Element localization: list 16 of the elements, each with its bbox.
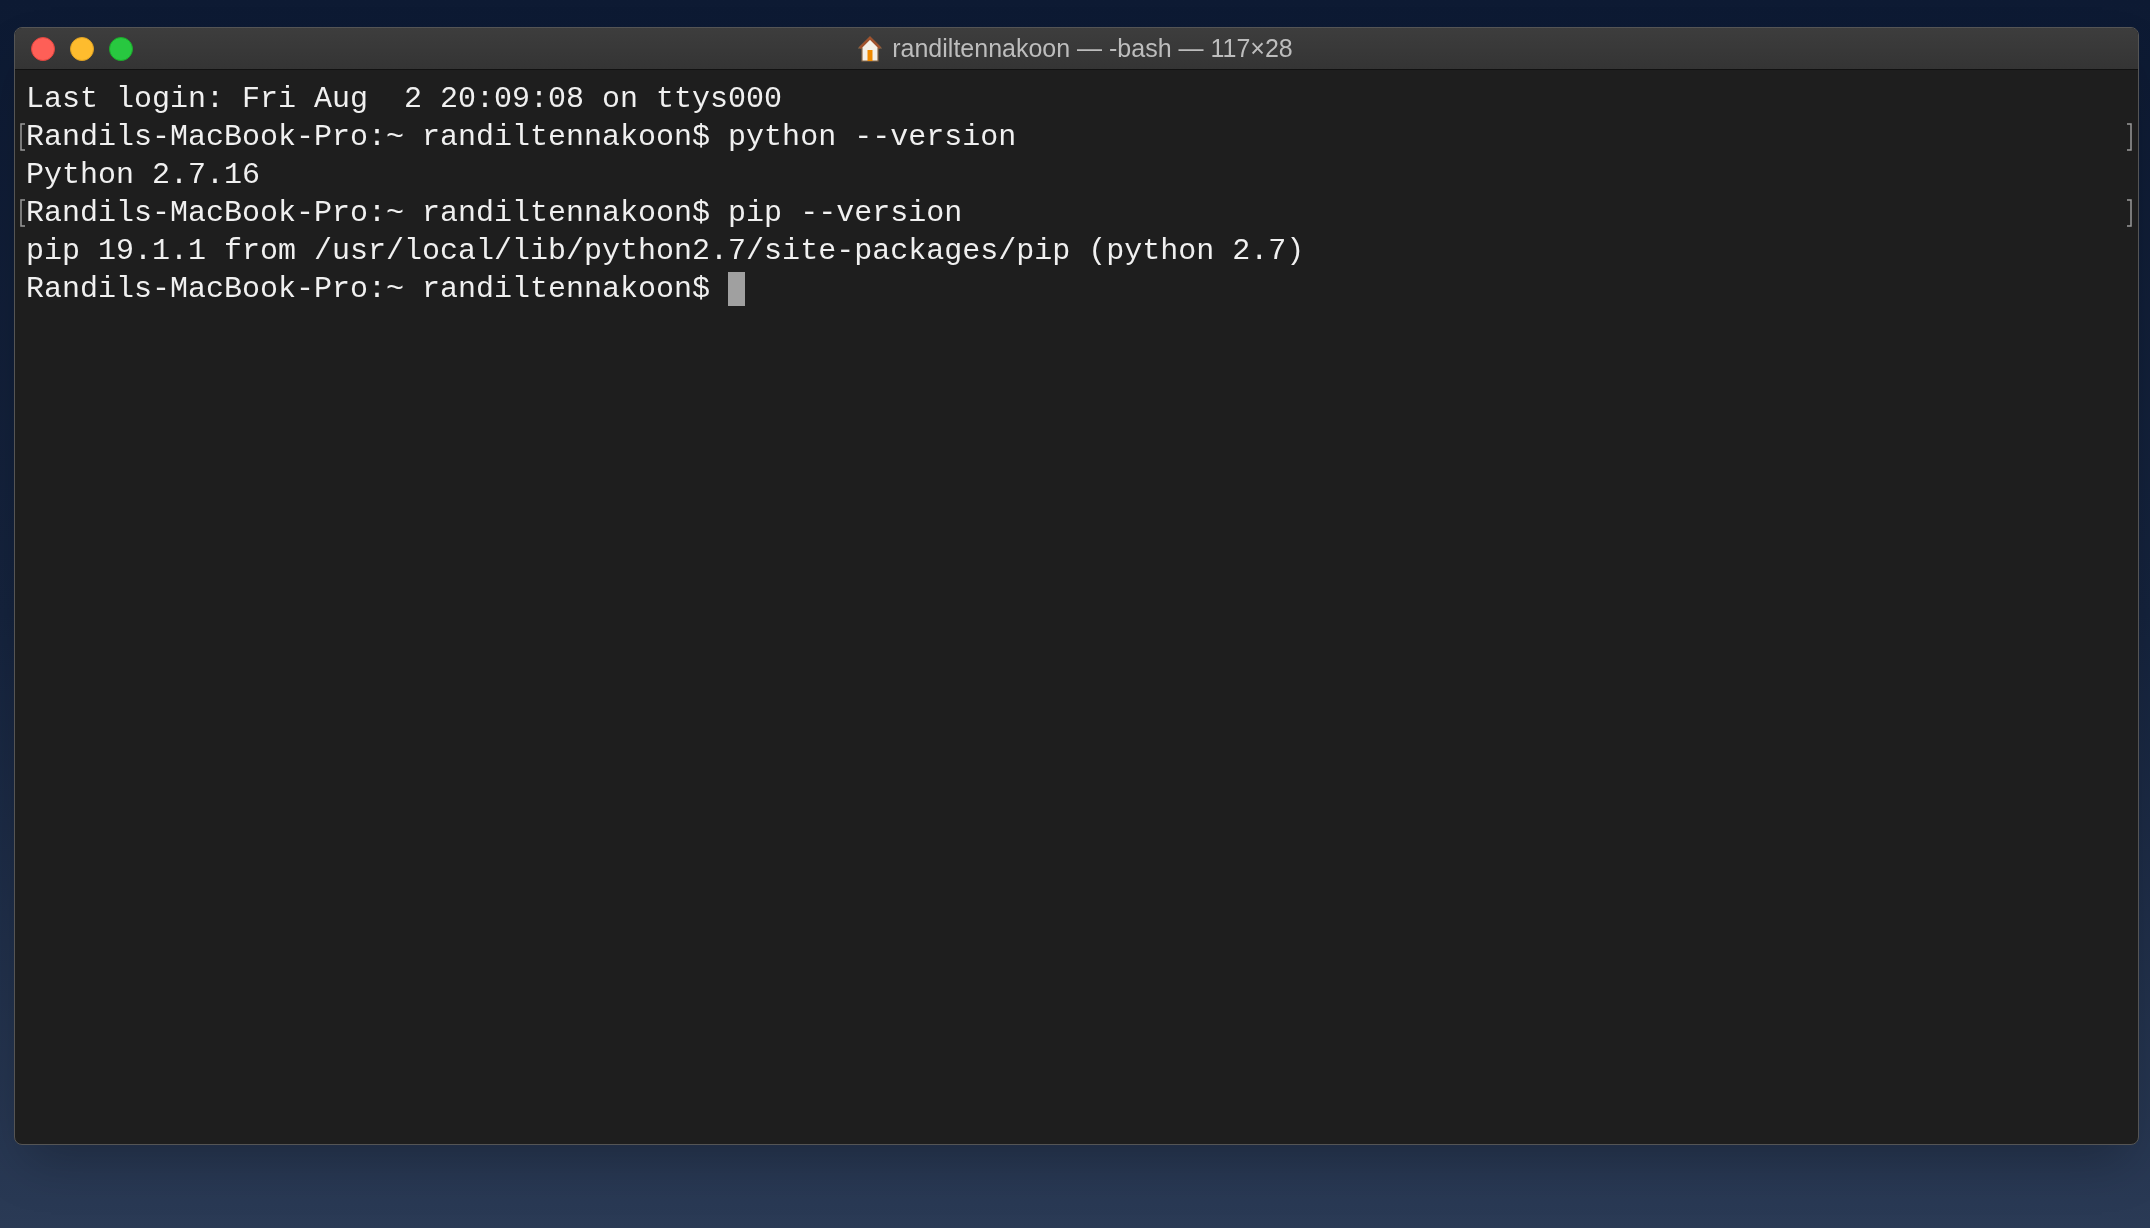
- mark-bracket-icon: [2126, 123, 2132, 151]
- mark-bracket-icon: [20, 123, 26, 151]
- terminal-line: Python 2.7.16: [26, 157, 261, 194]
- minimize-button[interactable]: [70, 36, 94, 61]
- window-title: randiltennakoon — -bash — 117×28: [892, 32, 1293, 64]
- close-button[interactable]: [31, 36, 55, 61]
- home-icon: [858, 35, 883, 62]
- mark-bracket-icon: [20, 199, 26, 227]
- terminal-line: Randils-MacBook-Pro:~ randiltennakoon$ pip --version: [26, 195, 963, 232]
- mark-bracket-icon: [2126, 199, 2132, 227]
- terminal-line: Randils-MacBook-Pro:~ randiltennakoon$: [26, 271, 712, 308]
- terminal-line: Last login: Fri Aug 2 20:09:08 on ttys000: [26, 81, 783, 118]
- zoom-button[interactable]: [109, 36, 133, 61]
- text-cursor: [728, 272, 746, 306]
- terminal-line: pip 19.1.1 from /usr/local/lib/python2.7/site-packages/pip (python 2.7): [26, 233, 1305, 270]
- terminal-line: Randils-MacBook-Pro:~ randiltennakoon$ python --version: [26, 119, 1017, 156]
